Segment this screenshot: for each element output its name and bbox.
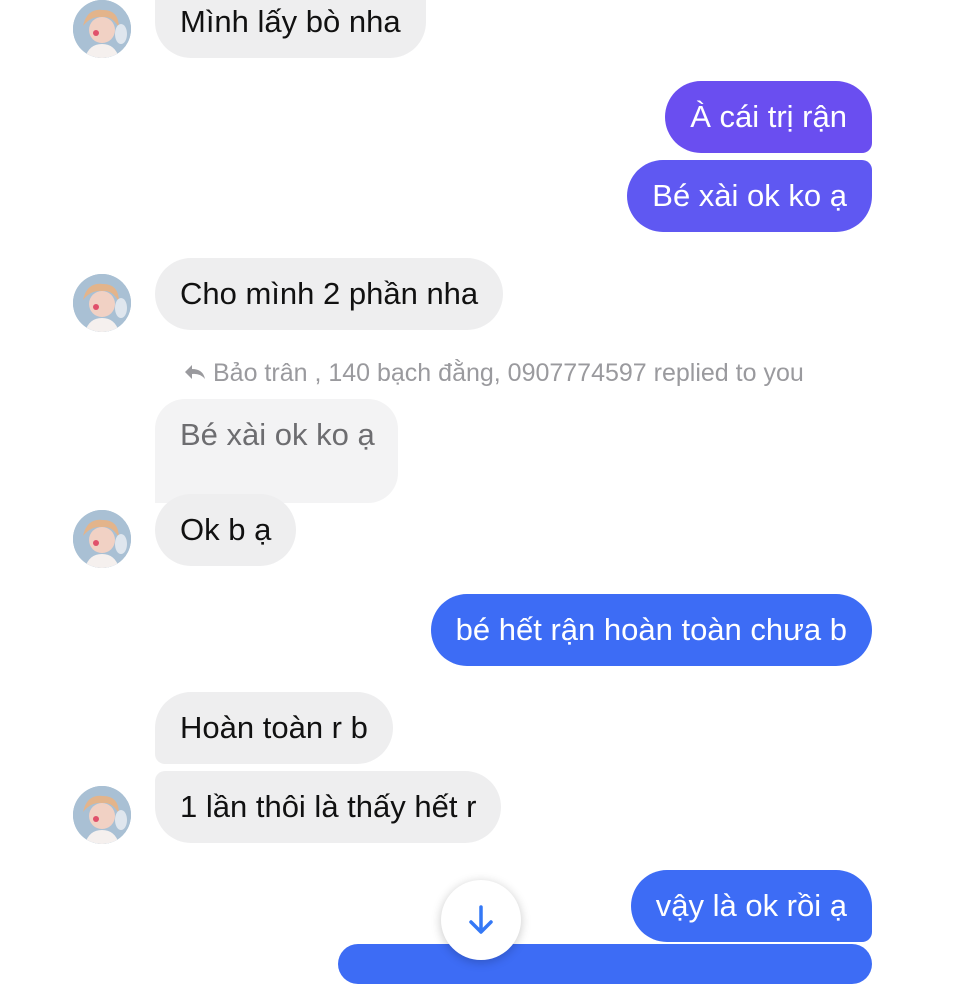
reply-label-text: Bảo trân , 140 bạch đằng, 0907774597 rep… xyxy=(213,359,804,387)
avatar-image xyxy=(73,0,131,58)
incoming-message[interactable]: Cho mình 2 phần nha xyxy=(155,258,504,330)
incoming-message[interactable]: Hoàn toàn r b xyxy=(155,692,393,764)
contact-avatar[interactable] xyxy=(73,0,131,58)
contact-avatar[interactable] xyxy=(73,510,131,568)
quoted-message[interactable]: Bé xài ok ko ạ xyxy=(155,399,398,503)
outgoing-message[interactable]: Bé xài ok ko ạ xyxy=(627,160,872,232)
outgoing-message[interactable]: vậy là ok rồi ạ xyxy=(630,870,872,942)
incoming-message[interactable]: Mình lấy bò nha xyxy=(155,0,426,58)
scroll-to-bottom-button[interactable] xyxy=(441,880,521,960)
contact-avatar[interactable] xyxy=(73,274,131,332)
incoming-message[interactable]: 1 lần thôi là thấy hết r xyxy=(155,771,502,843)
reply-context-label: Bảo trân , 140 bạch đằng, 0907774597 rep… xyxy=(183,356,804,391)
contact-avatar[interactable] xyxy=(73,786,131,844)
avatar-image xyxy=(73,274,131,332)
avatar-image xyxy=(73,786,131,844)
outgoing-message[interactable]: bé hết rận hoàn toàn chưa b xyxy=(430,594,872,666)
reply-arrow-icon xyxy=(183,357,213,391)
outgoing-message-partial[interactable] xyxy=(338,944,872,984)
arrow-down-icon xyxy=(469,905,493,934)
incoming-message[interactable]: Ok b ạ xyxy=(155,494,297,566)
outgoing-message[interactable]: À cái trị rận xyxy=(665,81,872,153)
avatar-image xyxy=(73,510,131,568)
